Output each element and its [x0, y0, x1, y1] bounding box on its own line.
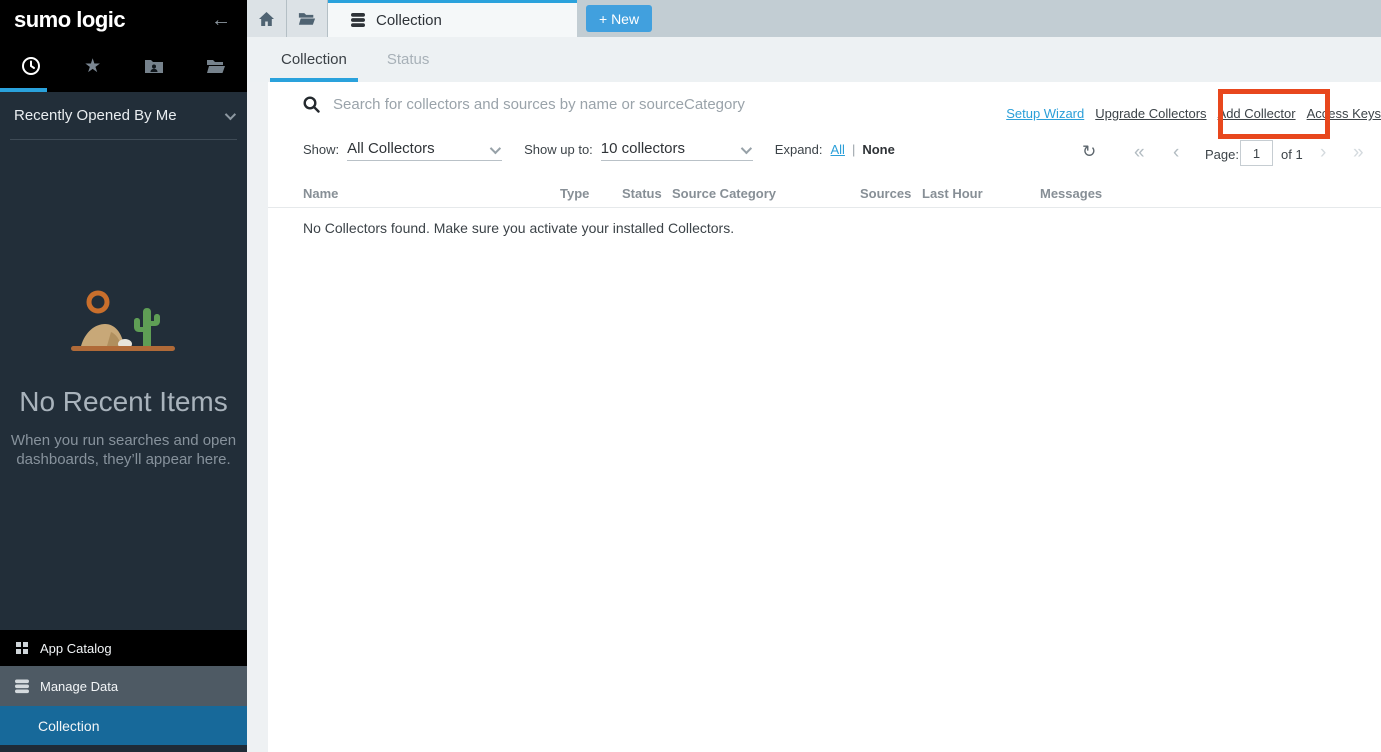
- collection-page: Setup Wizard Upgrade Collectors Add Coll…: [268, 82, 1381, 752]
- search-bar: [303, 96, 893, 113]
- page-tabs: Collection Status: [247, 37, 1381, 82]
- upgrade-collectors-link[interactable]: Upgrade Collectors: [1095, 106, 1206, 121]
- previous-page-icon[interactable]: ‹: [1173, 142, 1179, 164]
- recent-items-filter-label: Recently Opened By Me: [14, 107, 177, 124]
- add-collector-link[interactable]: Add Collector: [1218, 106, 1296, 121]
- no-recent-items-caption: When you run searches and open dashboard…: [0, 432, 247, 470]
- first-page-icon[interactable]: «: [1134, 142, 1145, 164]
- tab-title: Collection: [376, 12, 442, 29]
- collection-window-tab[interactable]: Collection: [328, 0, 577, 37]
- next-page-icon[interactable]: ›: [1320, 142, 1326, 164]
- personal-folder-icon: [144, 58, 164, 74]
- database-icon: [350, 12, 366, 28]
- empty-table-message: No Collectors found. Make sure you activ…: [303, 220, 734, 236]
- home-icon: [258, 11, 275, 27]
- folder-icon: [298, 11, 316, 26]
- sidebar-item-manage-data[interactable]: Manage Data: [0, 666, 247, 706]
- recents-tab[interactable]: [0, 40, 62, 92]
- tab-collection[interactable]: Collection: [270, 37, 358, 82]
- collapse-sidebar-icon[interactable]: ←: [211, 10, 231, 30]
- column-header-last-hour: Last Hour: [922, 186, 983, 201]
- sidebar-header: sumo logic ←: [0, 0, 247, 40]
- shared-content-tab[interactable]: [124, 40, 186, 92]
- library-button[interactable]: [287, 0, 328, 37]
- desert-illustration: [59, 288, 189, 364]
- tab-status[interactable]: Status: [376, 37, 441, 82]
- recent-items-filter-dropdown[interactable]: Recently Opened By Me: [0, 92, 247, 140]
- home-button[interactable]: [247, 0, 287, 37]
- access-keys-link[interactable]: Access Keys: [1307, 106, 1381, 121]
- page-label: Page:: [1205, 147, 1239, 162]
- new-tab-button[interactable]: + New: [586, 5, 652, 32]
- search-icon: [303, 96, 320, 113]
- library-tab[interactable]: [185, 40, 247, 92]
- content-left-gutter: [247, 82, 268, 752]
- no-recent-items-title: No Recent Items: [0, 386, 247, 418]
- open-folder-icon: [206, 58, 226, 74]
- header-links: Setup Wizard Upgrade Collectors Add Coll…: [1006, 106, 1381, 121]
- column-header-name: Name: [303, 186, 338, 201]
- sidebar-empty-state: No Recent Items When you run searches an…: [0, 288, 247, 470]
- setup-wizard-link[interactable]: Setup Wizard: [1006, 106, 1084, 121]
- column-header-source-category: Source Category: [672, 186, 776, 201]
- database-icon: [14, 679, 30, 694]
- favorites-tab[interactable]: ★: [62, 40, 124, 92]
- sidebar-bottom-strip: [0, 745, 247, 752]
- app-catalog-grid-icon: [14, 642, 30, 654]
- pagination: ↻ « ‹ Page: of 1 › »: [268, 140, 1381, 170]
- sidebar-bottom-nav: App Catalog Manage Data Collection: [0, 630, 247, 752]
- clock-icon: [21, 56, 41, 76]
- column-header-status: Status: [622, 186, 662, 201]
- collectors-table-header: Name Type Status Source Category Sources…: [268, 183, 1381, 208]
- sidebar-item-app-catalog[interactable]: App Catalog: [0, 630, 247, 666]
- star-icon: ★: [84, 55, 101, 78]
- sidebar-icon-tabs: ★: [0, 40, 247, 92]
- page-count-label: of 1: [1281, 147, 1303, 162]
- search-input[interactable]: [333, 96, 893, 113]
- top-tab-bar: Collection + New: [247, 0, 1381, 37]
- column-header-messages: Messages: [1040, 186, 1102, 201]
- app-window: sumo logic ← ★: [0, 0, 1381, 752]
- page-number-input[interactable]: [1240, 140, 1273, 166]
- column-header-sources: Sources: [860, 186, 911, 201]
- sumo-logic-logo: sumo logic: [14, 7, 125, 33]
- sidebar-item-collection[interactable]: Collection: [0, 706, 247, 745]
- sidebar: sumo logic ← ★: [0, 0, 247, 752]
- refresh-icon[interactable]: ↻: [1082, 142, 1096, 162]
- column-header-type: Type: [560, 186, 589, 201]
- chevron-down-icon: [225, 108, 236, 119]
- last-page-icon[interactable]: »: [1353, 142, 1364, 164]
